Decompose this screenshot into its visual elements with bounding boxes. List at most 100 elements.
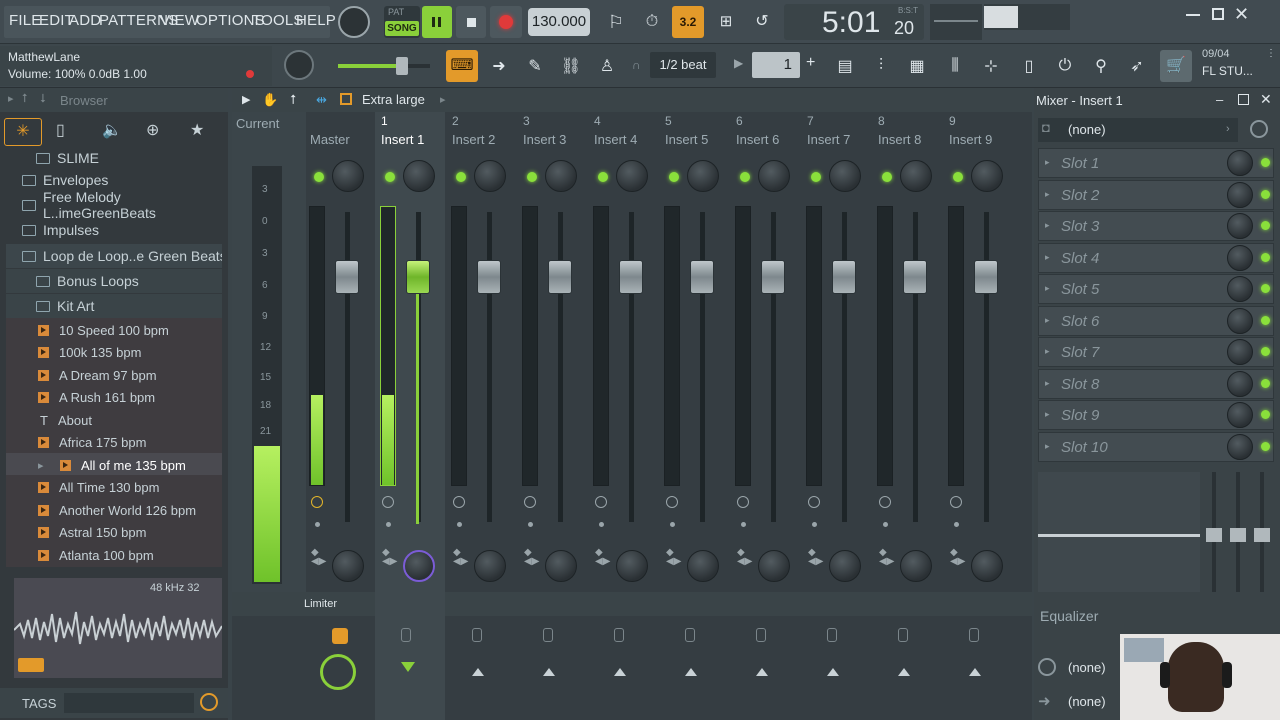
insert-strip[interactable]: 9 Insert 9 ◆ ◀▶ bbox=[943, 112, 1013, 720]
browser-file[interactable]: A Dream 97 bpm bbox=[6, 363, 222, 387]
route-send-icon[interactable] bbox=[332, 628, 348, 644]
route-arrow-icon[interactable] bbox=[685, 668, 697, 676]
slot-mix-knob[interactable] bbox=[1227, 402, 1253, 428]
effect-slot[interactable]: ▸ Slot 5 bbox=[1038, 274, 1274, 304]
project-browser-icon[interactable]: ▯ bbox=[1014, 51, 1044, 81]
volume-fader[interactable] bbox=[335, 260, 359, 294]
swap-lr-icon[interactable]: ◆ ◀▶ bbox=[595, 548, 610, 567]
slot-menu-icon[interactable]: ▸ bbox=[1045, 346, 1050, 357]
favorites-tab-icon[interactable]: ★ bbox=[190, 120, 204, 140]
route-send-icon[interactable] bbox=[898, 628, 908, 642]
stereo-separation-knob[interactable] bbox=[474, 160, 506, 192]
slot-mix-knob[interactable] bbox=[1227, 339, 1253, 365]
eq-mid-slider[interactable] bbox=[1230, 528, 1246, 542]
size-icon[interactable] bbox=[340, 93, 352, 105]
play-button[interactable] bbox=[422, 6, 452, 38]
strip-enable-led[interactable] bbox=[314, 172, 324, 182]
swap-lr-icon[interactable]: ◆ ◀▶ bbox=[737, 548, 752, 567]
insert-strip[interactable]: 5 Insert 5 ◆ ◀▶ bbox=[659, 112, 729, 720]
route-arrow-icon[interactable] bbox=[614, 668, 626, 676]
track-delay-icon[interactable] bbox=[524, 496, 536, 508]
effect-slot[interactable]: ▸ Slot 7 bbox=[1038, 337, 1274, 367]
polarity-dot[interactable] bbox=[599, 522, 604, 527]
slot-enable-led[interactable] bbox=[1261, 378, 1270, 388]
mixer-icon[interactable]: ⫼ bbox=[940, 51, 970, 81]
route-send-icon[interactable] bbox=[543, 628, 553, 642]
project-tab-icon[interactable]: ▯ bbox=[56, 120, 65, 140]
output-route[interactable]: ➜ (none) bbox=[1038, 690, 1118, 714]
time-display[interactable]: 5:01 B:S:T 20 bbox=[784, 4, 924, 40]
playlist-icon[interactable]: ▤ bbox=[830, 51, 860, 81]
pan-knob[interactable] bbox=[971, 550, 1003, 582]
insert-strip[interactable]: 8 Insert 8 ◆ ◀▶ bbox=[872, 112, 942, 720]
insert-strip[interactable]: 2 Insert 2 ◆ ◀▶ bbox=[446, 112, 516, 720]
strip-enable-led[interactable] bbox=[669, 172, 679, 182]
track-delay-icon[interactable] bbox=[666, 496, 678, 508]
slot-menu-icon[interactable]: ▸ bbox=[1045, 409, 1050, 420]
swap-lr-icon[interactable]: ◆ ◀▶ bbox=[311, 548, 326, 567]
menu-help[interactable]: HELP bbox=[296, 12, 336, 29]
track-delay-icon[interactable] bbox=[879, 496, 891, 508]
browser-file[interactable]: Another World 126 bpm bbox=[6, 498, 222, 522]
slot-menu-icon[interactable]: ▸ bbox=[1045, 157, 1050, 168]
slot-enable-led[interactable] bbox=[1261, 410, 1270, 419]
track-delay-icon[interactable] bbox=[808, 496, 820, 508]
stamp-icon[interactable]: ♙ bbox=[592, 51, 622, 81]
stereo-separation-knob[interactable] bbox=[545, 160, 577, 192]
size-arrow-icon[interactable]: ▸ bbox=[440, 93, 446, 106]
polarity-dot[interactable] bbox=[883, 522, 888, 527]
performance-icon[interactable]: ⚲ bbox=[1086, 51, 1116, 81]
plugins-tab-icon[interactable]: ⊕ bbox=[146, 120, 159, 140]
slot-enable-led[interactable] bbox=[1261, 315, 1270, 325]
menu-view[interactable]: VIEW bbox=[160, 12, 199, 29]
all-content-tab-icon[interactable]: ✳ bbox=[4, 118, 42, 146]
master-volume-knob[interactable] bbox=[338, 6, 370, 38]
close-icon[interactable]: ✕ bbox=[1234, 4, 1249, 25]
route-send-icon[interactable] bbox=[756, 628, 766, 642]
edison-icon[interactable]: ➶ bbox=[1122, 51, 1152, 81]
arrow-right-icon[interactable]: ➜ bbox=[484, 51, 514, 81]
track-delay-icon[interactable] bbox=[382, 496, 394, 508]
volume-fader[interactable] bbox=[406, 260, 430, 294]
stereo-separation-knob[interactable] bbox=[758, 160, 790, 192]
eq-low-slider[interactable] bbox=[1206, 528, 1222, 542]
route-send-icon[interactable] bbox=[827, 628, 837, 642]
slot-menu-icon[interactable]: ▸ bbox=[1045, 441, 1050, 452]
eq-high-slider[interactable] bbox=[1254, 528, 1270, 542]
route-send-icon[interactable] bbox=[614, 628, 624, 642]
strip-enable-led[interactable] bbox=[385, 172, 395, 182]
pan-knob[interactable] bbox=[687, 550, 719, 582]
pan-knob[interactable] bbox=[758, 550, 790, 582]
typing-keyboard-icon[interactable]: ⌨ bbox=[446, 50, 478, 82]
shop-icon[interactable]: 🛒 bbox=[1160, 50, 1192, 82]
stereo-separation-knob[interactable] bbox=[900, 160, 932, 192]
pattern-selector[interactable]: 1 bbox=[752, 52, 800, 78]
slot-enable-led[interactable] bbox=[1261, 189, 1270, 199]
polarity-dot[interactable] bbox=[315, 522, 320, 527]
route-arrow-icon[interactable] bbox=[827, 668, 839, 676]
minimize-icon[interactable] bbox=[1186, 14, 1200, 16]
menu-add[interactable]: ADD bbox=[69, 12, 101, 29]
effect-slot[interactable]: ▸ Slot 1 bbox=[1038, 148, 1274, 178]
browser-folder-open[interactable]: Loop de Loop..e Green Beats bbox=[6, 244, 222, 268]
volume-fader[interactable] bbox=[974, 260, 998, 294]
stereo-separation-knob[interactable] bbox=[971, 160, 1003, 192]
browser-folder[interactable]: Kit Art bbox=[6, 294, 222, 318]
route-arrow-icon[interactable] bbox=[969, 668, 981, 676]
plugin-picker-icon[interactable]: ⊹ bbox=[976, 51, 1006, 81]
polarity-dot[interactable] bbox=[528, 522, 533, 527]
slot-mix-knob[interactable] bbox=[1227, 213, 1253, 239]
strip-enable-led[interactable] bbox=[598, 172, 608, 182]
record-button[interactable] bbox=[490, 6, 522, 38]
search-icon[interactable] bbox=[200, 693, 218, 711]
track-delay-icon[interactable] bbox=[595, 496, 607, 508]
swap-lr-icon[interactable]: ◆ ◀▶ bbox=[524, 548, 539, 567]
route-send-icon[interactable] bbox=[969, 628, 979, 642]
volume-fader[interactable] bbox=[690, 260, 714, 294]
slot-mix-knob[interactable] bbox=[1227, 276, 1253, 302]
volume-fader[interactable] bbox=[832, 260, 856, 294]
swap-lr-icon[interactable]: ◆ ◀▶ bbox=[950, 548, 965, 567]
stereo-separation-knob[interactable] bbox=[687, 160, 719, 192]
track-delay-icon[interactable] bbox=[950, 496, 962, 508]
strip-enable-led[interactable] bbox=[811, 172, 821, 182]
